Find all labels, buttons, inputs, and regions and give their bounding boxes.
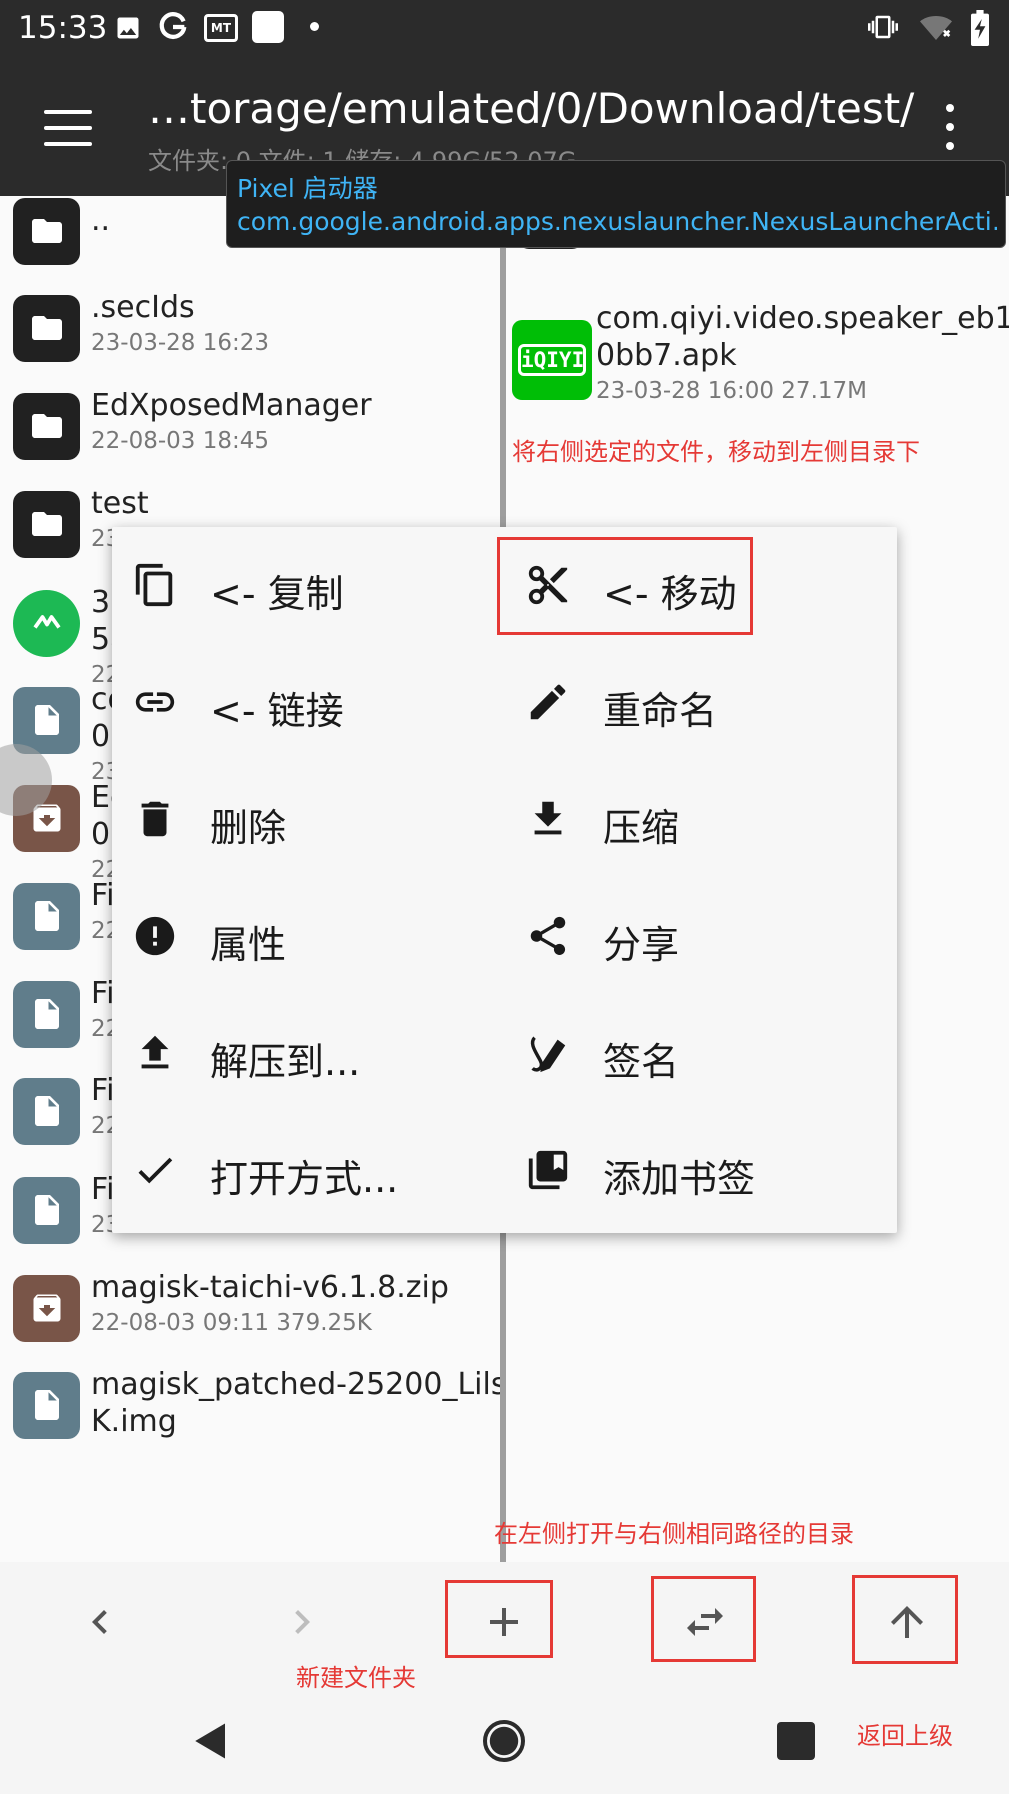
annotation-move-box: [497, 537, 753, 635]
annotation-move-note: 将右侧选定的文件，移动到左侧目录下: [512, 438, 920, 466]
list-item[interactable]: magisk_patched-25200_Lils K.img: [0, 1356, 500, 1455]
file-name: Fi: [91, 976, 115, 1011]
menu-item-label: 打开方式...: [210, 1157, 399, 1201]
wifi-icon: [920, 16, 952, 40]
file-name: magisk_patched-25200_Lils K.img: [91, 1367, 500, 1439]
file-name: test: [91, 486, 149, 521]
upload-icon: [141, 1035, 169, 1069]
list-item[interactable]: EdXposedManager 22-08-03 18:45: [0, 377, 500, 476]
dot-icon: [310, 22, 319, 31]
pencil-icon: [530, 684, 566, 720]
image-icon: [117, 17, 139, 39]
folder-icon: [13, 491, 80, 558]
square-icon: [252, 11, 284, 43]
file-meta: 23-03-28 16:00 27.17M: [596, 378, 867, 404]
menu-item-label: 分享: [603, 923, 680, 967]
list-item[interactable]: magisk-taichi-v6.1.8.zip 22-08-03 09:11 3…: [0, 1259, 500, 1358]
chevron-left-icon: [92, 1610, 107, 1634]
bookmark-icon: [528, 1150, 568, 1190]
menu-item-open-with[interactable]: 打开方式...: [112, 1112, 502, 1229]
list-item[interactable]: iQIYI com.qiyi.video.speaker_eb1 0bb7.ap…: [506, 301, 1009, 426]
annotation-new-folder-box: [445, 1580, 553, 1658]
nav-back-icon[interactable]: [190, 1718, 232, 1764]
nav-recents-icon[interactable]: [777, 1722, 815, 1760]
menu-item-label: 添加书签: [603, 1157, 756, 1201]
menu-item-label: 属性: [210, 923, 287, 967]
menu-item-delete[interactable]: 删除: [112, 761, 502, 878]
file-meta: 23-03-28 16:23: [91, 330, 269, 356]
menu-item-label: 重命名: [603, 689, 718, 733]
annotation-new-folder-note: 新建文件夹: [296, 1664, 416, 1692]
menu-item-label: 签名: [603, 1040, 680, 1084]
check-icon: [138, 1157, 173, 1184]
file-meta: 22-08-03 09:11 379.25K: [91, 1310, 372, 1336]
trash-icon: [141, 801, 169, 837]
iqiyi-icon: iQIYI: [512, 320, 592, 400]
overflow-menu-icon[interactable]: [935, 104, 965, 150]
toast-detail: com.google.android.apps.nexuslauncher.Ne…: [237, 207, 997, 236]
archive-icon: [13, 1275, 80, 1342]
current-path[interactable]: …torage/emulated/0/Download/test/: [148, 84, 914, 133]
menu-item-label: <- 链接: [210, 689, 344, 733]
annotation-same-path-note: 在左侧打开与右侧相同路径的目录: [494, 1520, 854, 1548]
link-icon: [135, 692, 175, 712]
file-icon: [13, 981, 80, 1048]
folder-icon: [13, 198, 80, 265]
signature-icon: [530, 1036, 566, 1073]
forward-history-button[interactable]: [262, 1582, 342, 1662]
battery-icon: [971, 10, 989, 46]
file-icon: [13, 1372, 80, 1439]
status-time: 15:33: [18, 10, 108, 46]
file-name: ..: [91, 203, 111, 238]
status-bar: 15:33 MT: [0, 0, 1009, 60]
download-icon: [534, 801, 562, 835]
menu-item-share[interactable]: 分享: [505, 878, 895, 995]
menu-item-link[interactable]: <- 链接: [112, 644, 502, 761]
back-history-button[interactable]: [60, 1582, 140, 1662]
list-item[interactable]: .secIds 23-03-28 16:23: [0, 279, 500, 378]
annotation-go-up-box: [852, 1575, 958, 1664]
system-nav-bar: 返回上级: [0, 1692, 1009, 1794]
vibrate-icon: [868, 15, 898, 39]
google-icon: [159, 12, 187, 39]
toast-title: Pixel 启动器: [237, 174, 378, 203]
info-icon: [135, 916, 175, 956]
menu-item-compress[interactable]: 压缩: [505, 761, 895, 878]
folder-icon: [13, 393, 80, 460]
file-icon: [13, 883, 80, 950]
share-icon: [530, 916, 566, 956]
app-icon: [13, 590, 80, 657]
menu-icon[interactable]: [44, 110, 92, 146]
menu-item-add-bookmark[interactable]: 添加书签: [505, 1112, 895, 1229]
file-icon: [13, 1078, 80, 1145]
toast: Pixel 启动器 com.google.android.apps.nexusl…: [226, 160, 1006, 248]
nav-home-icon[interactable]: [483, 1720, 525, 1762]
annotation-sync-path-box: [651, 1576, 756, 1662]
menu-item-properties[interactable]: 属性: [112, 878, 502, 995]
menu-item-label: 解压到...: [210, 1040, 361, 1084]
mt-icon: MT: [204, 14, 238, 42]
menu-item-label: 压缩: [603, 806, 680, 850]
file-name: EdXposedManager: [91, 388, 372, 423]
menu-item-sign[interactable]: 签名: [505, 995, 895, 1112]
folder-icon: [13, 295, 80, 362]
menu-item-rename[interactable]: 重命名: [505, 644, 895, 761]
file-name: Fi: [91, 878, 115, 913]
file-name: magisk-taichi-v6.1.8.zip: [91, 1270, 449, 1305]
chevron-right-icon: [295, 1610, 310, 1634]
file-name: .secIds: [91, 290, 195, 325]
copy-icon: [135, 563, 173, 607]
file-name: com.qiyi.video.speaker_eb1 0bb7.apk: [596, 301, 1009, 373]
file-meta: 22-08-03 18:45: [91, 428, 269, 454]
annotation-go-up-note: 返回上级: [857, 1722, 953, 1750]
menu-item-copy[interactable]: <- 复制: [112, 527, 502, 644]
menu-item-extract-to[interactable]: 解压到...: [112, 995, 502, 1112]
menu-item-label: 删除: [210, 806, 287, 850]
file-icon: [13, 1177, 80, 1244]
menu-item-label: <- 复制: [210, 572, 344, 616]
